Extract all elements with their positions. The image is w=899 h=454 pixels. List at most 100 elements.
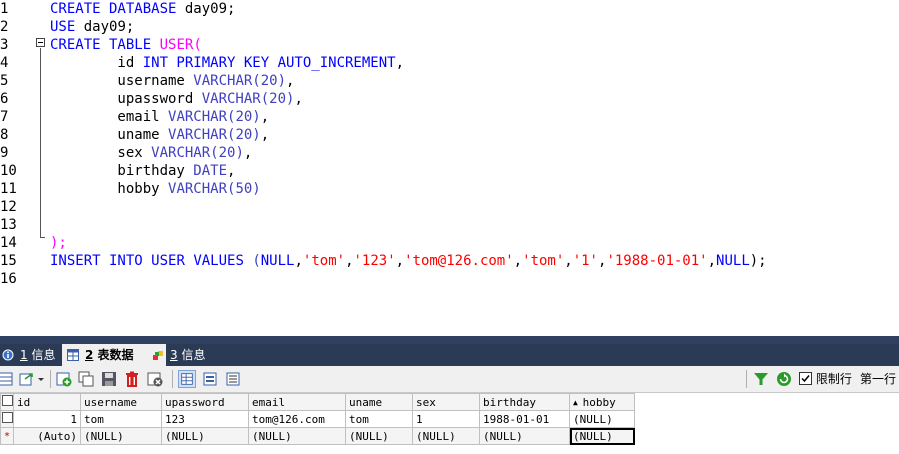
code-line[interactable]: 12: [0, 198, 899, 216]
grid-mode-icon[interactable]: [178, 370, 196, 388]
cell-upassword[interactable]: (NULL): [161, 427, 249, 445]
code-token: CREATE TABLE: [50, 37, 152, 53]
tab-label: 表数据: [93, 348, 134, 362]
cell-hobby-selected[interactable]: (NULL): [569, 427, 635, 445]
limit-rows-checkbox[interactable]: 限制行: [799, 366, 852, 392]
code-line[interactable]: 10 birthday DATE,: [0, 162, 899, 180]
cell-username[interactable]: (NULL): [80, 427, 162, 445]
code-token: day09;: [176, 1, 236, 17]
info-icon: [2, 349, 14, 361]
code-token: ,: [243, 145, 253, 161]
refresh-icon[interactable]: [775, 370, 793, 388]
code-text: sex VARCHAR(20),: [50, 144, 252, 162]
code-token: 'tom': [522, 253, 565, 269]
line-number: 2: [0, 19, 9, 35]
export-icon[interactable]: [18, 370, 36, 388]
save-icon[interactable]: [100, 370, 118, 388]
code-token: birthday: [50, 163, 194, 179]
code-token: ,: [707, 253, 717, 269]
cell-hobby[interactable]: (NULL): [569, 410, 635, 428]
cell-id[interactable]: (Auto): [13, 427, 81, 445]
code-text: hobby VARCHAR(50): [50, 180, 260, 198]
column-header-uname[interactable]: uname: [345, 393, 413, 411]
cell-email[interactable]: (NULL): [248, 427, 346, 445]
cell-id[interactable]: 1: [13, 410, 81, 428]
panel-splitter[interactable]: [0, 336, 899, 344]
code-line[interactable]: 1 CREATE DATABASE day09;: [0, 0, 899, 18]
select-all-checkbox[interactable]: [0, 393, 14, 411]
code-line[interactable]: 9 sex VARCHAR(20),: [0, 144, 899, 162]
code-line[interactable]: 4 id INT PRIMARY KEY AUTO_INCREMENT,: [0, 54, 899, 72]
line-number: 13: [0, 217, 17, 233]
code-token: ,: [260, 127, 270, 143]
tab-number: 2: [85, 348, 94, 362]
code-line[interactable]: 16: [0, 270, 899, 288]
code-text: USE day09;: [50, 18, 134, 36]
cell-uname[interactable]: (NULL): [345, 427, 413, 445]
cell-email[interactable]: tom@126.com: [248, 410, 346, 428]
limit-rows-label: 限制行: [815, 372, 852, 386]
duplicate-row-icon[interactable]: [77, 370, 95, 388]
delete-icon[interactable]: [123, 370, 141, 388]
tab-info-3[interactable]: 3 信息: [150, 344, 232, 366]
cell-upassword[interactable]: 123: [161, 410, 249, 428]
code-line[interactable]: 3 CREATE TABLE USER(: [0, 36, 899, 54]
code-token: (: [193, 37, 202, 53]
grid-view-icon[interactable]: [0, 370, 14, 388]
code-line[interactable]: 15 INSERT INTO USER VALUES (NULL,'tom','1…: [0, 252, 899, 270]
code-token: email: [50, 109, 169, 125]
code-token: ,: [513, 253, 523, 269]
column-header-hobby[interactable]: ▲ hobby: [569, 393, 635, 411]
column-header-birthday[interactable]: birthday: [479, 393, 570, 411]
code-text: INSERT INTO USER VALUES (NULL,'tom','123…: [50, 252, 767, 270]
code-token: USER: [159, 37, 194, 53]
code-line[interactable]: 5 username VARCHAR(20),: [0, 72, 899, 90]
new-row-marker: *: [0, 427, 14, 445]
text-mode-icon[interactable]: [224, 370, 242, 388]
column-header-username[interactable]: username: [80, 393, 162, 411]
cell-sex[interactable]: (NULL): [412, 427, 480, 445]
code-line[interactable]: 14);: [0, 234, 899, 252]
code-text: CREATE TABLE USER(: [50, 36, 202, 54]
code-token: VARCHAR(20): [201, 91, 295, 107]
cell-uname[interactable]: tom: [345, 410, 413, 428]
code-text: );: [50, 234, 67, 252]
code-line[interactable]: 2 USE day09;: [0, 18, 899, 36]
sql-editor[interactable]: 1 CREATE DATABASE day09; 2 USE day09; 3 CREAT…: [0, 0, 899, 336]
code-token: VALUES: [193, 253, 244, 269]
cell-sex[interactable]: 1: [412, 410, 480, 428]
column-header-email[interactable]: email: [248, 393, 346, 411]
code-line[interactable]: 8 uname VARCHAR(20),: [0, 126, 899, 144]
column-header-id[interactable]: id: [13, 393, 81, 411]
column-header-sex[interactable]: sex: [412, 393, 480, 411]
form-mode-icon[interactable]: [201, 370, 219, 388]
line-number: 7: [0, 109, 9, 125]
add-row-icon[interactable]: [55, 370, 73, 388]
code-token: ,: [395, 253, 405, 269]
row-checkbox[interactable]: [0, 410, 14, 428]
table-row-new[interactable]: * (Auto) (NULL) (NULL) (NULL) (NULL) (NU…: [0, 427, 635, 445]
filter-icon[interactable]: [752, 370, 770, 388]
cell-birthday[interactable]: (NULL): [479, 427, 570, 445]
sort-asc-icon: ▲: [573, 397, 583, 407]
line-number: 3: [0, 37, 9, 53]
table-row[interactable]: 1 tom 123 tom@126.com tom 1 1988-01-01 (…: [0, 410, 635, 428]
code-token: VARCHAR(20): [168, 109, 261, 125]
line-number: 5: [0, 73, 9, 89]
cancel-changes-icon[interactable]: [146, 370, 164, 388]
code-line[interactable]: 7 email VARCHAR(20),: [0, 108, 899, 126]
chevron-down-icon[interactable]: [36, 370, 46, 388]
cell-username[interactable]: tom: [80, 410, 162, 428]
toolbar-divider: [172, 370, 173, 388]
code-line[interactable]: 13: [0, 216, 899, 234]
column-header-upassword[interactable]: upassword: [161, 393, 249, 411]
code-line[interactable]: 11 hobby VARCHAR(50): [0, 180, 899, 198]
code-token: hobby: [50, 181, 169, 197]
line-number: 16: [0, 271, 17, 287]
code-token: );: [749, 253, 767, 269]
code-line[interactable]: 6 upassword VARCHAR(20),: [0, 90, 899, 108]
cell-birthday[interactable]: 1988-01-01: [479, 410, 570, 428]
code-text: username VARCHAR(20),: [50, 72, 294, 90]
